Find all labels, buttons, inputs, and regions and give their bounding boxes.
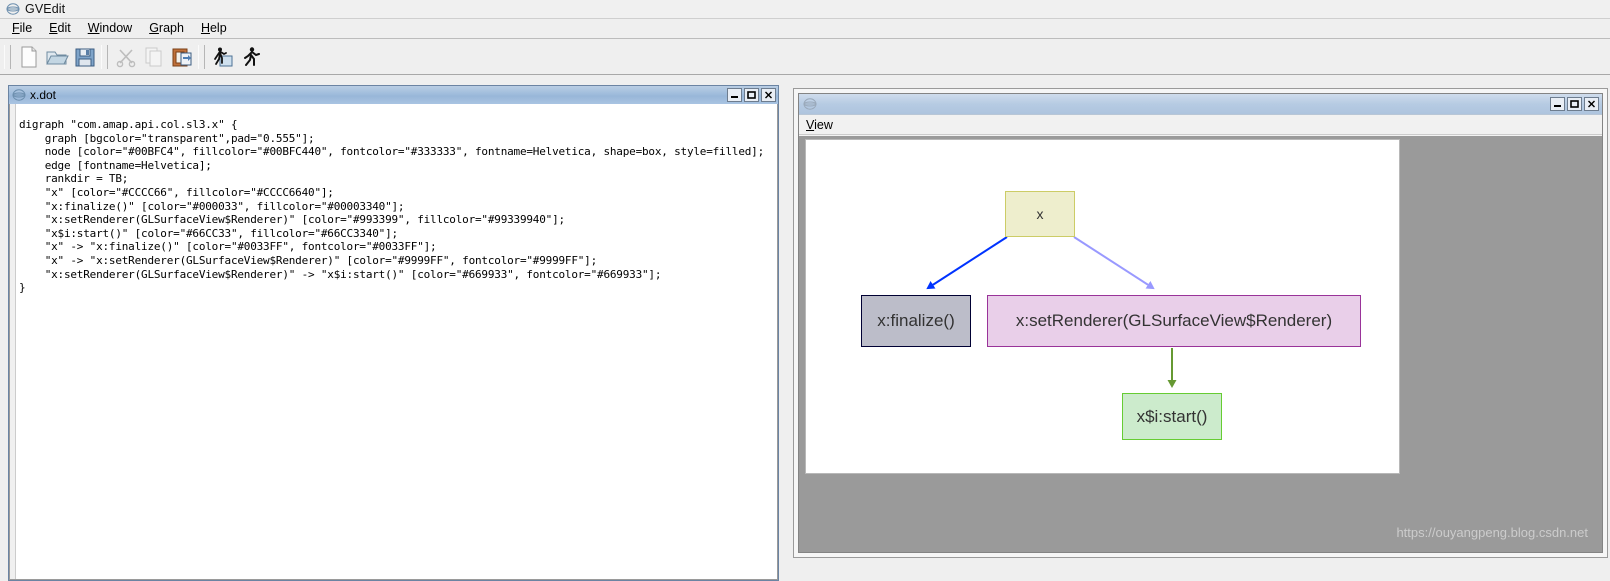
graph-node-setrenderer[interactable]: x:setRenderer(GLSurfaceView$Renderer) <box>987 295 1361 347</box>
editor-gutter <box>10 104 16 579</box>
editor-window-title: x.dot <box>30 88 57 102</box>
close-button[interactable] <box>761 88 776 102</box>
editor-window[interactable]: x.dot digraph "com.amap.api.col.sl3.x" {… <box>8 85 779 581</box>
new-file-button[interactable] <box>15 43 43 71</box>
toolbar-grip-3[interactable] <box>198 44 205 69</box>
edge-x-to-render <box>1073 236 1155 290</box>
paste-button[interactable] <box>168 43 196 71</box>
clipboard-paste-icon <box>171 46 193 68</box>
menubar: File Edit Window Graph Help <box>0 19 1610 39</box>
menu-window[interactable]: Window <box>80 20 141 37</box>
dot-source-code[interactable]: digraph "com.amap.api.col.sl3.x" { graph… <box>19 118 775 295</box>
graph-node-label: x$i:start() <box>1136 406 1208 426</box>
runner-icon <box>240 46 262 68</box>
watermark-text: https://ouyangpeng.blog.csdn.net <box>1396 525 1588 540</box>
graph-viewer-window[interactable]: View x x:finalize() x:setRenderer(GLSurf… <box>793 88 1608 558</box>
copy-pages-icon <box>143 46 165 68</box>
toolbar <box>0 39 1610 75</box>
graph-canvas-area[interactable]: x x:finalize() x:setRenderer(GLSurfaceVi… <box>799 136 1602 552</box>
graphviz-logo-icon <box>803 97 817 111</box>
toolbar-grip-2[interactable] <box>101 44 108 69</box>
open-file-button[interactable] <box>43 43 71 71</box>
viewer-window-buttons <box>1550 97 1599 111</box>
editor-window-buttons <box>727 88 776 102</box>
close-button[interactable] <box>1584 97 1599 111</box>
menu-help[interactable]: Help <box>193 20 236 37</box>
open-folder-icon <box>45 46 69 68</box>
graph-viewer-inner: View x x:finalize() x:setRenderer(GLSurf… <box>798 93 1603 553</box>
floppy-save-icon <box>74 46 96 68</box>
edge-x-to-finalize <box>926 236 1008 290</box>
editor-text-area[interactable]: digraph "com.amap.api.col.sl3.x" { graph… <box>9 104 778 580</box>
graph-node-label: x <box>1036 206 1044 222</box>
graph-node-label: x:setRenderer(GLSurfaceView$Renderer) <box>1015 311 1333 330</box>
runner-window-icon <box>212 46 234 68</box>
app-titlebar: GVEdit <box>0 0 1610 19</box>
maximize-button[interactable] <box>1567 97 1582 111</box>
minimize-button[interactable] <box>727 88 742 102</box>
editor-titlebar[interactable]: x.dot <box>9 86 778 104</box>
run-button[interactable] <box>237 43 265 71</box>
graph-node-x[interactable]: x <box>1005 191 1075 237</box>
viewer-menubar: View <box>799 115 1602 135</box>
maximize-button[interactable] <box>744 88 759 102</box>
graph-node-finalize[interactable]: x:finalize() <box>861 295 971 347</box>
scissors-icon <box>115 46 137 68</box>
menu-view[interactable]: View <box>806 118 833 132</box>
toolbar-grip[interactable] <box>4 44 11 69</box>
graph-node-start[interactable]: x$i:start() <box>1122 393 1222 440</box>
app-title: GVEdit <box>25 2 66 16</box>
run-layout-button[interactable] <box>209 43 237 71</box>
viewer-titlebar[interactable] <box>799 94 1602 115</box>
menu-edit[interactable]: Edit <box>41 20 80 37</box>
new-document-icon <box>19 46 39 68</box>
graph-node-label: x:finalize() <box>877 311 955 330</box>
graphviz-logo-icon <box>6 2 20 16</box>
cut-button <box>112 43 140 71</box>
graphviz-logo-icon <box>12 88 26 102</box>
menu-file[interactable]: File <box>4 20 41 37</box>
copy-button <box>140 43 168 71</box>
menu-graph[interactable]: Graph <box>141 20 193 37</box>
save-file-button[interactable] <box>71 43 99 71</box>
minimize-button[interactable] <box>1550 97 1565 111</box>
graph-canvas[interactable]: x x:finalize() x:setRenderer(GLSurfaceVi… <box>805 139 1400 474</box>
